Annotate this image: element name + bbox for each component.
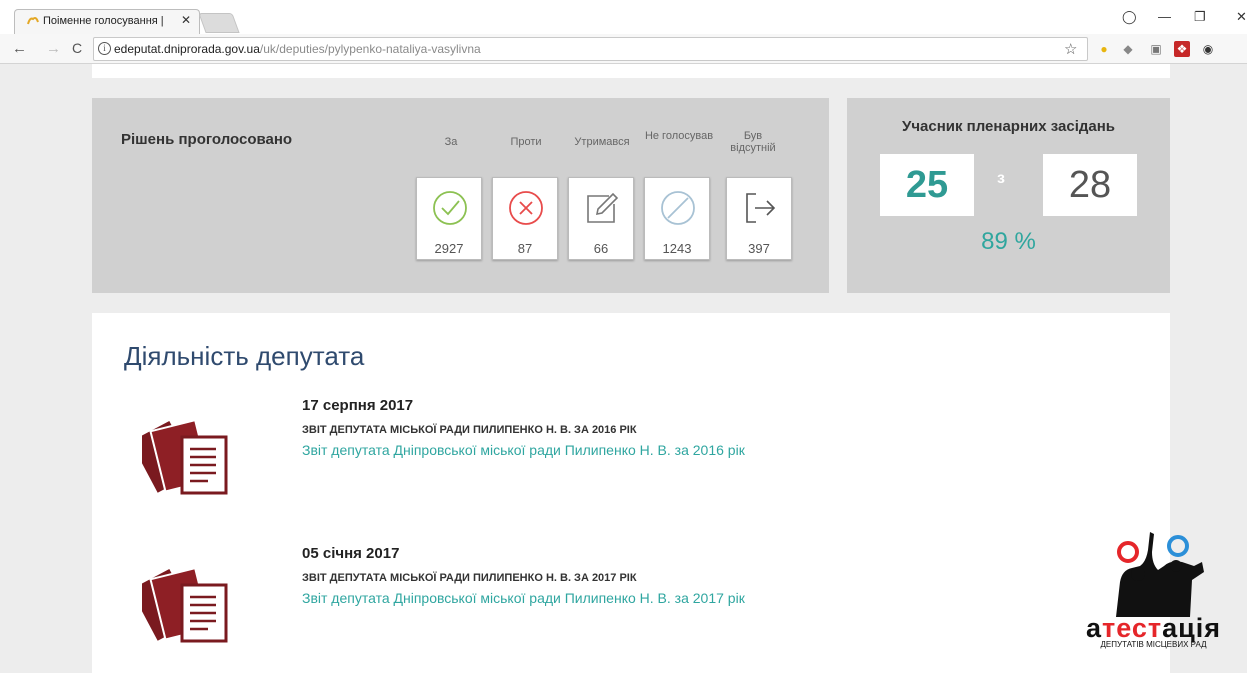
reload-icon[interactable]: C	[72, 40, 82, 56]
minimize-icon[interactable]: —	[1158, 9, 1171, 24]
entry-date: 05 січня 2017	[302, 545, 400, 562]
favicon-icon	[27, 17, 39, 25]
tab-title: Поіменне голосування |	[43, 15, 164, 27]
plenary-total: 28	[1043, 154, 1137, 216]
plenary-percent: 89 %	[981, 228, 1036, 255]
logo-wordmark: атестація	[1086, 613, 1222, 643]
activity-entry: 17 серпня 2017 ЗВІТ ДЕПУТАТА МІСЬКОЇ РАД…	[92, 397, 1170, 507]
cross-circle-icon	[509, 191, 543, 225]
activity-section: Діяльність депутата 17 серпня 2017 ЗВІТ …	[92, 313, 1170, 673]
back-icon[interactable]: ←	[12, 40, 27, 57]
vote-box-for: 2927	[416, 177, 482, 260]
browser-toolbar: ← → C i edeputat.dniprorada.gov.ua/uk/de…	[0, 34, 1247, 64]
extension-shield-icon[interactable]: ◆	[1120, 41, 1136, 57]
plenary-panel: Учасник пленарних засідань 25 з 28 89 %	[847, 98, 1170, 293]
url-text: edeputat.dniprorada.gov.ua/uk/deputies/p…	[114, 42, 481, 56]
account-icon[interactable]: ◯	[1122, 9, 1137, 25]
browser-tab-bar: Поіменне голосування | ✕ ◯ — ❐ ✕	[0, 0, 1247, 34]
vote-box-against: 87	[492, 177, 558, 260]
plenary-attended: 25	[880, 154, 974, 216]
vote-count-absent: 397	[748, 241, 770, 256]
logo-subtitle: ДЕПУТАТІВ МІСЦЕВИХ РАД	[1100, 640, 1207, 649]
extension-ghost-icon[interactable]: ◉	[1200, 41, 1216, 57]
vote-box-abstained: 66	[568, 177, 634, 260]
site-info-icon[interactable]: i	[98, 42, 111, 55]
vote-count-for: 2927	[434, 241, 464, 256]
plenary-of-label: з	[997, 170, 1005, 187]
vote-label-absent: Був відсутній	[730, 130, 776, 154]
votes-panel: Рішень проголосовано За Проти Утримався …	[92, 98, 829, 293]
forward-icon[interactable]: →	[46, 40, 61, 57]
vote-box-absent: 397	[726, 177, 792, 260]
attestation-logo: атестація ДЕПУТАТІВ МІСЦЕВИХ РАД	[1086, 522, 1226, 652]
entry-heading: ЗВІТ ДЕПУТАТА МІСЬКОЇ РАДИ ПИЛИПЕНКО Н. …	[302, 572, 637, 584]
page-top-strip	[92, 64, 1170, 78]
blocked-circle-icon	[661, 191, 695, 225]
new-tab-button[interactable]	[198, 13, 240, 33]
vote-count-abstained: 66	[593, 241, 609, 256]
entry-report-link[interactable]: Звіт депутата Дніпровської міської ради …	[302, 442, 745, 458]
document-stack-icon	[142, 566, 228, 643]
vote-label-for: За	[444, 136, 458, 148]
votes-title: Рішень проголосовано	[121, 131, 293, 148]
browser-tab[interactable]: Поіменне голосування | ✕	[14, 9, 200, 34]
entry-date: 17 серпня 2017	[302, 397, 414, 414]
edit-icon	[587, 192, 619, 223]
activity-entry: 05 січня 2017 ЗВІТ ДЕПУТАТА МІСЬКОЇ РАДИ…	[92, 545, 1170, 655]
maximize-icon[interactable]: ❐	[1194, 9, 1206, 25]
activity-title: Діяльність депутата	[124, 341, 365, 371]
close-window-icon[interactable]: ✕	[1236, 9, 1247, 25]
vote-count-against: 87	[517, 241, 533, 256]
deputies-silhouette-icon	[1116, 532, 1204, 617]
exit-icon	[746, 193, 776, 223]
tab-close-icon[interactable]: ✕	[181, 13, 191, 27]
extension-pin-icon[interactable]: ●	[1096, 41, 1112, 57]
address-bar[interactable]: i edeputat.dniprorada.gov.ua/uk/deputies…	[93, 37, 1088, 61]
vote-label-not-voted: Не голосував	[644, 130, 714, 142]
entry-report-link[interactable]: Звіт депутата Дніпровської міської ради …	[302, 590, 745, 606]
entry-heading: ЗВІТ ДЕПУТАТА МІСЬКОЇ РАДИ ПИЛИПЕНКО Н. …	[302, 424, 637, 436]
vote-count-not-voted: 1243	[662, 241, 692, 256]
document-stack-icon	[142, 418, 228, 495]
check-circle-icon	[433, 191, 467, 225]
extension-pdf-icon[interactable]: ❖	[1174, 41, 1190, 57]
vote-label-abstained: Утримався	[574, 136, 630, 148]
vote-label-against: Проти	[510, 136, 542, 148]
bookmark-star-icon[interactable]: ☆	[1064, 40, 1077, 58]
extension-cast-icon[interactable]: ▣	[1148, 41, 1164, 57]
plenary-title: Учасник пленарних засідань	[901, 118, 1116, 135]
vote-box-not-voted: 1243	[644, 177, 710, 260]
